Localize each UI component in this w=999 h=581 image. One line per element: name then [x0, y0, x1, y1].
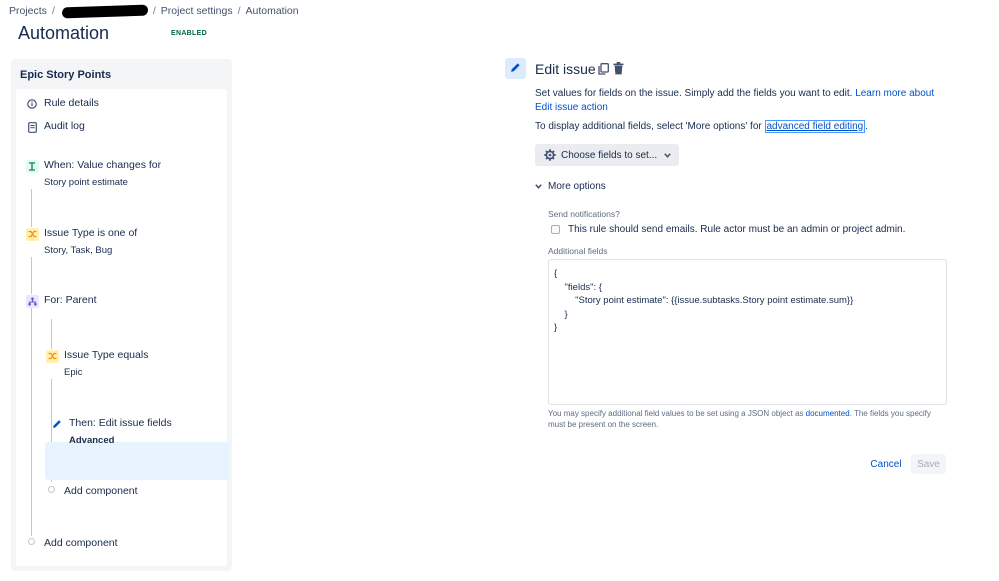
condition-issue-type-component[interactable]: Issue Type is one of Story, Task, Bug: [25, 227, 138, 257]
edit-issue-title: Edit issue: [535, 61, 596, 77]
page-title: Automation: [18, 23, 110, 43]
pencil-icon: [510, 62, 521, 76]
send-notifications-checkbox[interactable]: [551, 225, 560, 234]
breadcrumb-project-settings[interactable]: Project settings: [161, 5, 233, 17]
rule-name[interactable]: Epic Story Points: [20, 69, 111, 81]
additional-fields-hint: To display additional fields, select 'Mo…: [535, 120, 869, 133]
copy-icon[interactable]: [598, 63, 609, 78]
condition-label: Issue Type equals: [64, 349, 149, 361]
trigger-component[interactable]: When: Value changes for Story point esti…: [25, 159, 162, 189]
action-detail: Advanced: [69, 435, 115, 446]
branch-label: For: Parent: [44, 294, 97, 306]
hint-suffix: .: [865, 121, 869, 132]
branch-parent-component[interactable]: For: Parent: [25, 294, 97, 308]
choose-fields-button[interactable]: Choose fields to set...: [535, 144, 679, 166]
breadcrumb-separator: /: [51, 5, 55, 17]
rule-details-item[interactable]: Rule details: [25, 97, 99, 111]
add-component-inner-button[interactable]: Add component: [64, 485, 138, 498]
status-badge: ENABLED: [171, 30, 207, 37]
additional-fields-help: You may specify additional field values …: [548, 408, 948, 430]
chevron-down-icon: [664, 152, 671, 158]
hint-text: To display additional fields, select 'Mo…: [535, 121, 762, 132]
action-edit-issue-component[interactable]: Then: Edit issue fields Advanced: [50, 417, 172, 447]
trigger-label: When: Value changes for: [44, 159, 162, 171]
trash-icon[interactable]: [613, 62, 624, 78]
send-notifications-label: Send notifications?: [548, 209, 620, 219]
rule-panel: Epic Story Points Rule details Audit log: [11, 59, 232, 571]
info-icon: [25, 97, 39, 111]
cancel-button[interactable]: Cancel: [864, 454, 908, 474]
selected-component-highlight: [45, 442, 229, 480]
chevron-down-icon: [535, 184, 542, 189]
condition-icon: [25, 227, 39, 241]
rule-components-card: Rule details Audit log When: Value chang…: [16, 89, 229, 566]
audit-log-label: Audit log: [44, 120, 85, 132]
edit-issue-icon-box: [505, 58, 526, 79]
document-icon: [25, 120, 39, 134]
trigger-icon: [25, 159, 39, 173]
breadcrumb-projects[interactable]: Projects: [9, 5, 47, 17]
send-notifications-text: This rule should send emails. Rule actor…: [568, 224, 906, 235]
condition-detail: Story, Task, Bug: [44, 245, 113, 256]
edit-issue-description: Set values for fields on the issue. Simp…: [535, 87, 935, 114]
add-component-node: [48, 486, 55, 493]
choose-fields-label: Choose fields to set...: [561, 149, 658, 161]
more-options-toggle[interactable]: More options: [535, 181, 606, 192]
breadcrumb: Projects / / Project settings / Automati…: [9, 4, 299, 18]
add-component-label: Add component: [44, 537, 118, 549]
breadcrumb-separator: /: [152, 5, 156, 17]
condition-icon: [45, 349, 59, 363]
condition-epic-component[interactable]: Issue Type equals Epic: [45, 349, 149, 379]
send-notifications-row: This rule should send emails. Rule actor…: [551, 224, 905, 235]
breadcrumb-automation[interactable]: Automation: [246, 5, 299, 17]
branch-icon: [25, 294, 39, 308]
action-label: Then: Edit issue fields: [69, 417, 172, 429]
add-component-node: [28, 538, 35, 545]
condition-detail: Epic: [64, 367, 83, 378]
rule-details-label: Rule details: [44, 97, 99, 109]
additional-fields-label: Additional fields: [548, 246, 608, 256]
description-text: Set values for fields on the issue. Simp…: [535, 88, 853, 99]
trigger-detail: Story point estimate: [44, 177, 128, 188]
advanced-field-editing-link[interactable]: advanced field editing: [764, 120, 866, 133]
audit-log-item[interactable]: Audit log: [25, 120, 85, 134]
help-text: You may specify additional field values …: [548, 409, 804, 418]
additional-fields-textarea[interactable]: { "fields": { "Story point estimate": {{…: [548, 259, 947, 405]
add-component-label: Add component: [64, 485, 138, 497]
save-button[interactable]: Save: [911, 454, 946, 474]
gear-icon: [544, 149, 556, 161]
breadcrumb-separator: /: [237, 5, 241, 17]
redacted-project-name: [61, 4, 149, 18]
more-options-label: More options: [548, 181, 606, 192]
condition-label: Issue Type is one of: [44, 227, 138, 239]
pencil-icon: [50, 417, 64, 431]
add-component-outer-button[interactable]: Add component: [44, 537, 118, 550]
documented-link[interactable]: documented: [806, 409, 850, 418]
